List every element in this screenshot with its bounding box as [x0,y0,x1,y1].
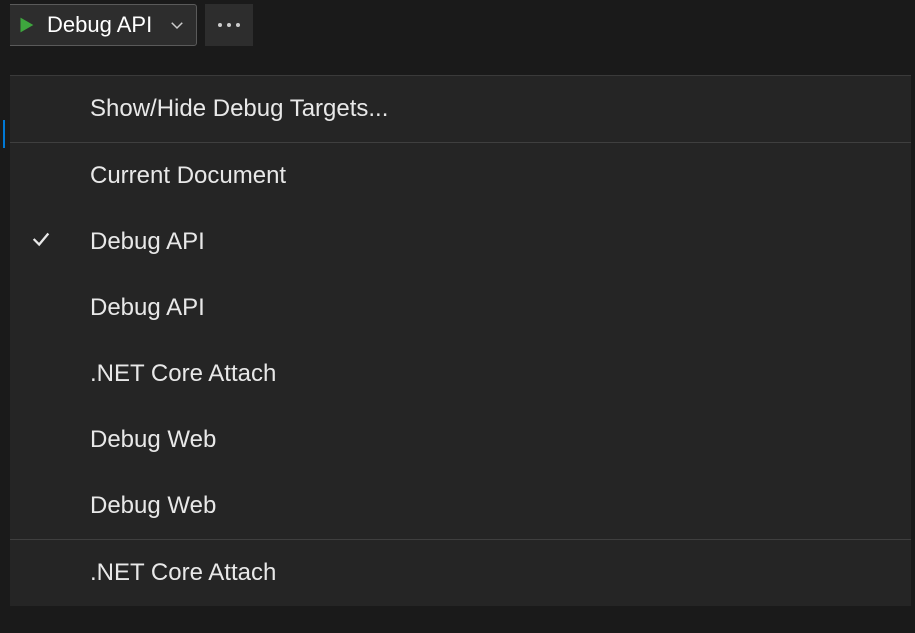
more-options-button[interactable] [205,4,253,46]
menu-item[interactable]: Debug API [10,209,911,275]
menu-item-label: Debug Web [90,492,911,520]
debug-target-button[interactable]: Debug API [6,4,197,46]
menu-item[interactable]: Debug Web [10,407,911,473]
menu-item[interactable]: Debug Web [10,473,911,539]
menu-item-label: Debug API [90,294,911,322]
menu-item-show-hide-targets[interactable]: Show/Hide Debug Targets... [10,76,911,142]
menu-item[interactable]: .NET Core Attach [10,341,911,407]
menu-item[interactable]: Current Document [10,143,911,209]
menu-item-label: .NET Core Attach [90,360,911,388]
debug-target-label: Debug API [47,12,152,38]
debug-targets-dropdown: Show/Hide Debug Targets... Current Docum… [10,75,911,606]
menu-item-label: Show/Hide Debug Targets... [90,95,911,123]
check-icon [30,228,52,257]
chevron-down-icon [168,16,186,34]
play-icon [15,14,37,36]
left-gutter [0,0,10,633]
menu-item-label: Debug Web [90,426,911,454]
ellipsis-icon [218,23,222,27]
menu-item-label: Debug API [90,228,911,256]
menu-icon-slot [30,228,90,257]
toolbar: Debug API [0,0,915,50]
menu-item[interactable]: .NET Core Attach [10,540,911,606]
menu-item-label: .NET Core Attach [90,559,911,587]
ellipsis-icon [227,23,231,27]
menu-item[interactable]: Debug API [10,275,911,341]
active-indicator [3,120,5,148]
ellipsis-icon [236,23,240,27]
menu-item-label: Current Document [90,162,911,190]
